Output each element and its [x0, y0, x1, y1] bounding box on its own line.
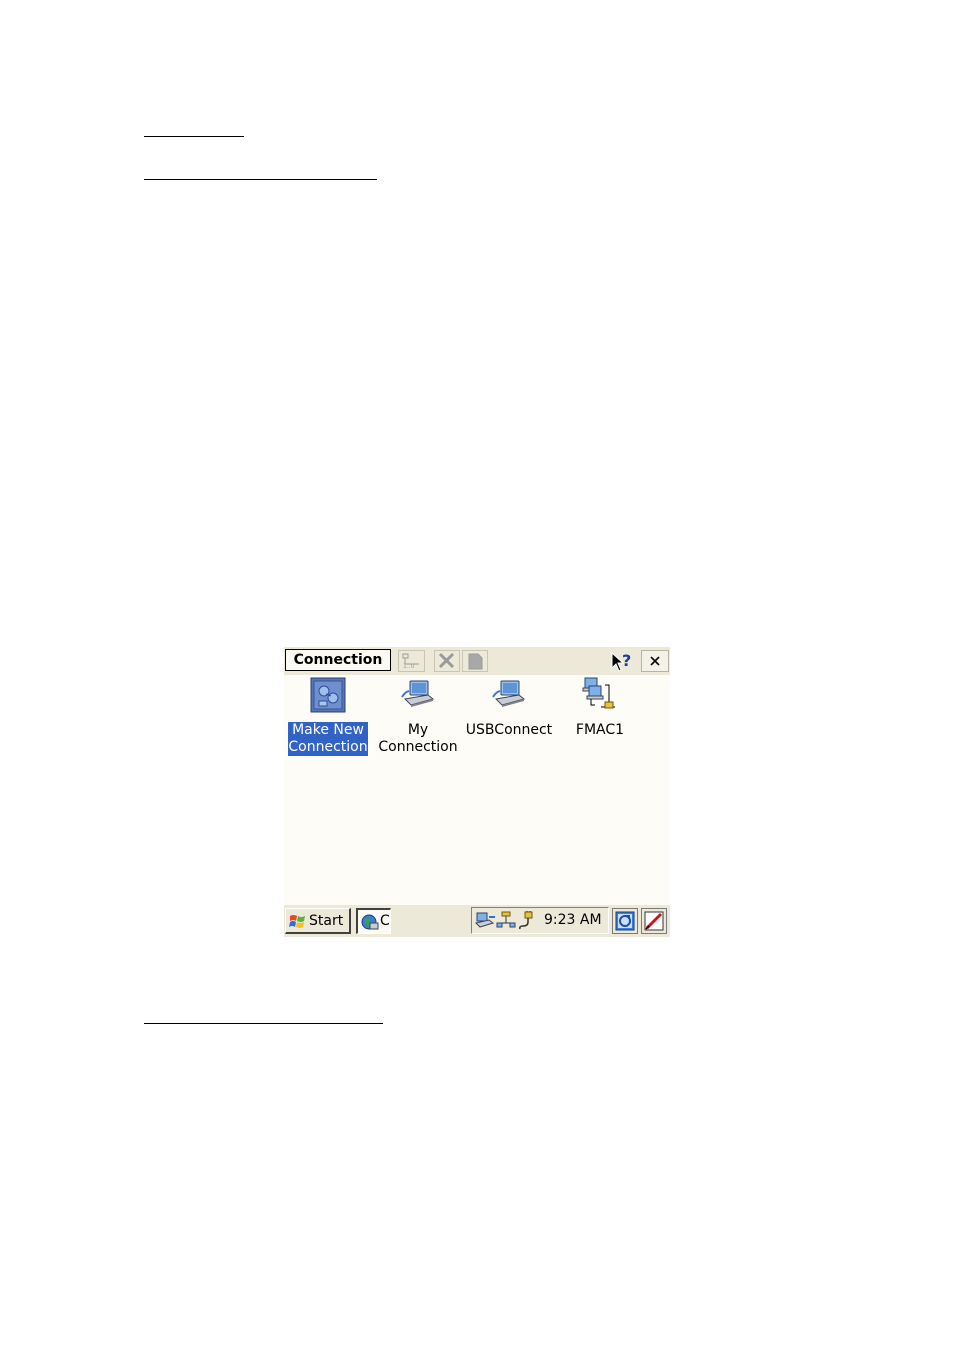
lan-status-icon[interactable] — [496, 911, 516, 929]
close-icon — [650, 656, 660, 666]
task-button-connection[interactable]: C — [356, 908, 391, 934]
copy-icon — [468, 653, 483, 670]
item-label: My Connection — [378, 722, 458, 755]
close-button[interactable] — [641, 650, 669, 672]
help-pointer-icon: ? — [611, 651, 631, 672]
copy-button[interactable] — [462, 650, 488, 672]
underline-rule-2 — [144, 179, 377, 180]
show-desktop-button[interactable] — [612, 908, 638, 934]
window-title[interactable]: Connection — [285, 649, 391, 671]
item-label: FMAC1 — [575, 722, 625, 738]
item-label: USBConnect — [465, 722, 553, 738]
windows-logo-icon — [289, 915, 305, 928]
svg-text:?: ? — [622, 651, 631, 670]
delete-button[interactable] — [434, 650, 460, 672]
globe-icon — [361, 914, 379, 930]
desktop-icon — [615, 911, 635, 931]
usb-plug-icon[interactable] — [517, 911, 537, 931]
command-bar: Connection 1..0 ? — [284, 647, 670, 675]
system-tray: 9:23 AM — [471, 907, 609, 934]
connection-window: Connection 1..0 ? Make New Connection My… — [284, 647, 670, 937]
network-connection-icon — [582, 677, 615, 709]
properties-icon: 1..0 — [402, 653, 419, 670]
laptop-connection-icon — [492, 680, 526, 707]
taskbar: Start C 9:23 AM — [284, 905, 670, 937]
pen-input-icon — [644, 911, 664, 931]
start-label: Start — [309, 913, 344, 929]
network-status-icon[interactable] — [475, 911, 497, 929]
delete-icon — [438, 652, 455, 669]
laptop-connection-icon — [401, 680, 435, 707]
help-button[interactable]: ? — [608, 650, 636, 672]
svg-text:1..0: 1..0 — [403, 663, 415, 670]
properties-button[interactable]: 1..0 — [398, 650, 425, 672]
task-label: C — [380, 913, 390, 929]
clock[interactable]: 9:23 AM — [544, 912, 602, 928]
underline-rule-3 — [144, 1023, 383, 1024]
make-new-connection-icon — [310, 677, 346, 713]
start-button[interactable]: Start — [285, 908, 351, 934]
input-panel-button[interactable] — [641, 908, 667, 934]
item-label: Make New Connection — [287, 721, 369, 757]
underline-rule-1 — [144, 136, 244, 137]
